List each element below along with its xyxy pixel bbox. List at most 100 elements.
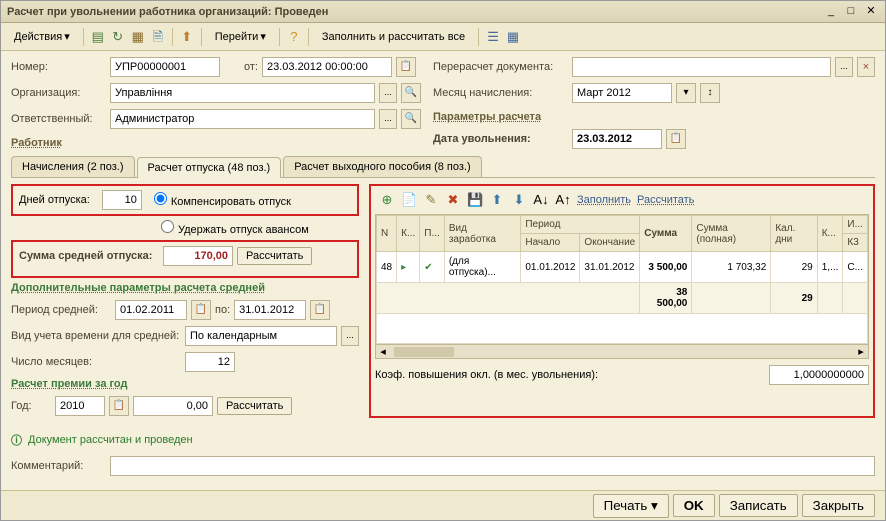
- list-icon-2[interactable]: ▦: [505, 29, 521, 45]
- date-input[interactable]: [262, 57, 392, 77]
- time-label: Вид учета времени для средней:: [11, 330, 181, 342]
- sort-desc-icon[interactable]: A↑: [555, 192, 571, 208]
- comment-label: Комментарий:: [11, 460, 106, 472]
- col-p[interactable]: П...: [420, 216, 445, 252]
- resp-open-button[interactable]: 🔍: [401, 109, 421, 129]
- col-i[interactable]: И...: [843, 216, 868, 234]
- recalc-input[interactable]: [572, 57, 831, 77]
- copy-icon[interactable]: 📄: [401, 192, 417, 208]
- recalc-select-button[interactable]: ...: [835, 57, 853, 77]
- number-label: Номер:: [11, 61, 106, 73]
- close-button[interactable]: Закрыть: [802, 494, 875, 517]
- minimize-button[interactable]: _: [823, 4, 839, 20]
- col-start[interactable]: Начало: [521, 234, 580, 252]
- recalc-clear-button[interactable]: ×: [857, 57, 875, 77]
- months-input[interactable]: [185, 352, 235, 372]
- month-label: Месяц начисления:: [433, 87, 568, 99]
- tab-vacation[interactable]: Расчет отпуска (48 поз.): [137, 157, 282, 178]
- resp-select-button[interactable]: ...: [379, 109, 397, 129]
- month-input[interactable]: [572, 83, 672, 103]
- fill-calc-all-button[interactable]: Заполнить и рассчитать все: [315, 28, 472, 46]
- down-icon[interactable]: ⬇: [511, 192, 527, 208]
- org-input[interactable]: [110, 83, 375, 103]
- titlebar: Расчет при увольнении работника организа…: [1, 1, 885, 23]
- resp-input[interactable]: [110, 109, 375, 129]
- row-flag-icon: ▸: [397, 252, 420, 283]
- dismiss-date-picker-icon[interactable]: 📋: [666, 129, 686, 149]
- close-window-button[interactable]: ✕: [863, 4, 879, 20]
- grid-hscroll[interactable]: ◂ ▸: [376, 344, 868, 358]
- dismiss-date-input[interactable]: [572, 129, 662, 149]
- total-row: 38 500,00 29: [377, 283, 868, 314]
- toolbar-icon-2[interactable]: ↻: [110, 29, 126, 45]
- time-select-button[interactable]: ...: [341, 326, 359, 346]
- recalc-label: Перерасчет документа:: [433, 61, 568, 73]
- org-open-button[interactable]: 🔍: [401, 83, 421, 103]
- col-n[interactable]: N: [377, 216, 397, 252]
- scroll-right-icon[interactable]: ▸: [854, 345, 868, 358]
- tabs: Начисления (2 поз.) Расчет отпуска (48 п…: [11, 156, 875, 178]
- scroll-left-icon[interactable]: ◂: [376, 345, 390, 358]
- coef-input[interactable]: [769, 365, 869, 385]
- help-icon[interactable]: ?: [286, 29, 302, 45]
- col-k2[interactable]: К...: [817, 216, 843, 252]
- toolbar-icon-4[interactable]: 🗎: [150, 29, 166, 45]
- delete-icon[interactable]: ✖: [445, 192, 461, 208]
- fill-link[interactable]: Заполнить: [577, 194, 631, 206]
- table-row[interactable]: 48 ▸ ✔ (для отпуска)... 01.01.2012 31.01…: [377, 252, 868, 283]
- radio-withhold[interactable]: Удержать отпуск авансом: [161, 220, 309, 236]
- year-picker[interactable]: 📋: [109, 396, 129, 416]
- toolbar-icon-3[interactable]: ▦: [130, 29, 146, 45]
- list-icon-1[interactable]: ☰: [485, 29, 501, 45]
- calc-avg-button[interactable]: Рассчитать: [237, 247, 312, 265]
- calc-grid[interactable]: N К... П... Вид заработка Период Сумма С…: [375, 214, 869, 359]
- year-val-input[interactable]: [133, 396, 213, 416]
- tab-accruals[interactable]: Начисления (2 поз.): [11, 156, 135, 177]
- edit-icon[interactable]: ✎: [423, 192, 439, 208]
- days-input[interactable]: [102, 190, 142, 210]
- calc-link[interactable]: Рассчитать: [637, 194, 694, 206]
- org-select-button[interactable]: ...: [379, 83, 397, 103]
- col-k3[interactable]: К3: [843, 234, 868, 252]
- toolbar-icon-5[interactable]: ⬆: [179, 29, 195, 45]
- period-from-picker[interactable]: 📋: [191, 300, 211, 320]
- org-label: Организация:: [11, 87, 106, 99]
- col-period[interactable]: Период: [521, 216, 640, 234]
- save-button[interactable]: Записать: [719, 494, 798, 517]
- params-section-label: Параметры расчета: [433, 111, 875, 123]
- year-input[interactable]: [55, 396, 105, 416]
- goto-menu[interactable]: Перейти ▾: [208, 27, 273, 46]
- print-button[interactable]: Печать ▾: [593, 494, 669, 518]
- date-picker-icon[interactable]: 📋: [396, 57, 416, 77]
- add-icon[interactable]: ⊕: [379, 192, 395, 208]
- main-toolbar: Действия ▾ ▤ ↻ ▦ 🗎 ⬆ Перейти ▾ ? Заполни…: [1, 23, 885, 51]
- save-icon[interactable]: 💾: [467, 192, 483, 208]
- addparams-label: Дополнительные параметры расчета средней: [11, 282, 359, 294]
- col-sumfull[interactable]: Сумма (полная): [692, 216, 771, 252]
- period-from-input[interactable]: [115, 300, 187, 320]
- calc-bonus-button[interactable]: Рассчитать: [217, 397, 292, 415]
- avg-input[interactable]: [163, 246, 233, 266]
- number-input[interactable]: [110, 57, 220, 77]
- col-end[interactable]: Окончание: [580, 234, 640, 252]
- dismiss-date-label: Дата увольнения:: [433, 133, 568, 145]
- status-text: Документ рассчитан и проведен: [28, 434, 193, 446]
- tab-severance[interactable]: Расчет выходного пособия (8 поз.): [283, 156, 481, 177]
- comment-input[interactable]: [110, 456, 875, 476]
- radio-compensate[interactable]: Компенсировать отпуск: [154, 192, 291, 208]
- sort-asc-icon[interactable]: A↓: [533, 192, 549, 208]
- toolbar-icon-1[interactable]: ▤: [90, 29, 106, 45]
- maximize-button[interactable]: □: [843, 4, 859, 20]
- ok-button[interactable]: OK: [673, 494, 715, 517]
- col-days[interactable]: Кал. дни: [771, 216, 817, 252]
- month-dropdown-icon[interactable]: ▾: [676, 83, 696, 103]
- col-k[interactable]: К...: [397, 216, 420, 252]
- time-input[interactable]: [185, 326, 337, 346]
- period-to-input[interactable]: [234, 300, 306, 320]
- period-to-picker[interactable]: 📋: [310, 300, 330, 320]
- col-sum[interactable]: Сумма: [640, 216, 692, 252]
- month-spinner-icon[interactable]: ↕: [700, 83, 720, 103]
- actions-menu[interactable]: Действия ▾: [7, 27, 77, 46]
- up-icon[interactable]: ⬆: [489, 192, 505, 208]
- col-vid[interactable]: Вид заработка: [444, 216, 521, 252]
